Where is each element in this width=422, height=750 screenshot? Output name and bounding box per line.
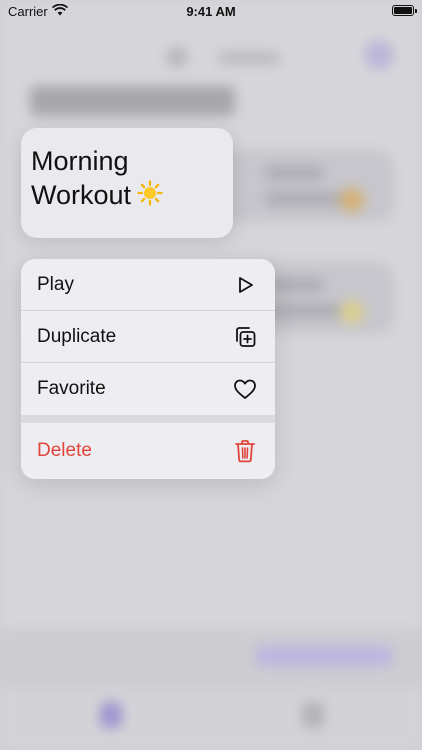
status-bar: Carrier 9:41 AM <box>0 0 422 24</box>
menu-item-label: Duplicate <box>37 325 117 347</box>
bg-bottom-button <box>254 646 394 666</box>
menu-item-play[interactable]: Play <box>21 259 275 311</box>
battery-icon <box>392 5 417 16</box>
sun-icon <box>137 180 163 214</box>
menu-item-duplicate[interactable]: Duplicate <box>21 311 275 363</box>
bg-page-title <box>30 86 235 116</box>
bg-tab-icon <box>302 702 324 728</box>
status-time: 9:41 AM <box>186 4 236 19</box>
play-icon <box>233 273 257 297</box>
heart-icon <box>233 377 257 401</box>
duplicate-icon <box>233 325 257 349</box>
menu-item-favorite[interactable]: Favorite <box>21 363 275 415</box>
preview-title-wrap: Morning Workout <box>31 144 231 214</box>
bg-avatar <box>364 40 394 70</box>
menu-item-label: Play <box>37 273 74 295</box>
menu-item-label: Favorite <box>37 378 106 399</box>
context-menu: Play Duplicate Favorite Delete <box>21 259 275 479</box>
menu-item-label: Delete <box>37 440 92 461</box>
menu-separator <box>21 415 275 423</box>
menu-item-delete[interactable]: Delete <box>21 423 275 479</box>
bg-nav-icon <box>168 48 186 66</box>
trash-icon <box>233 439 257 463</box>
bg-tab-bar <box>0 688 422 750</box>
bg-tab-icon <box>100 702 122 728</box>
preview-title: Morning Workout <box>31 146 132 210</box>
preview-card[interactable]: Morning Workout <box>21 128 233 238</box>
bg-nav-pill <box>218 52 280 64</box>
